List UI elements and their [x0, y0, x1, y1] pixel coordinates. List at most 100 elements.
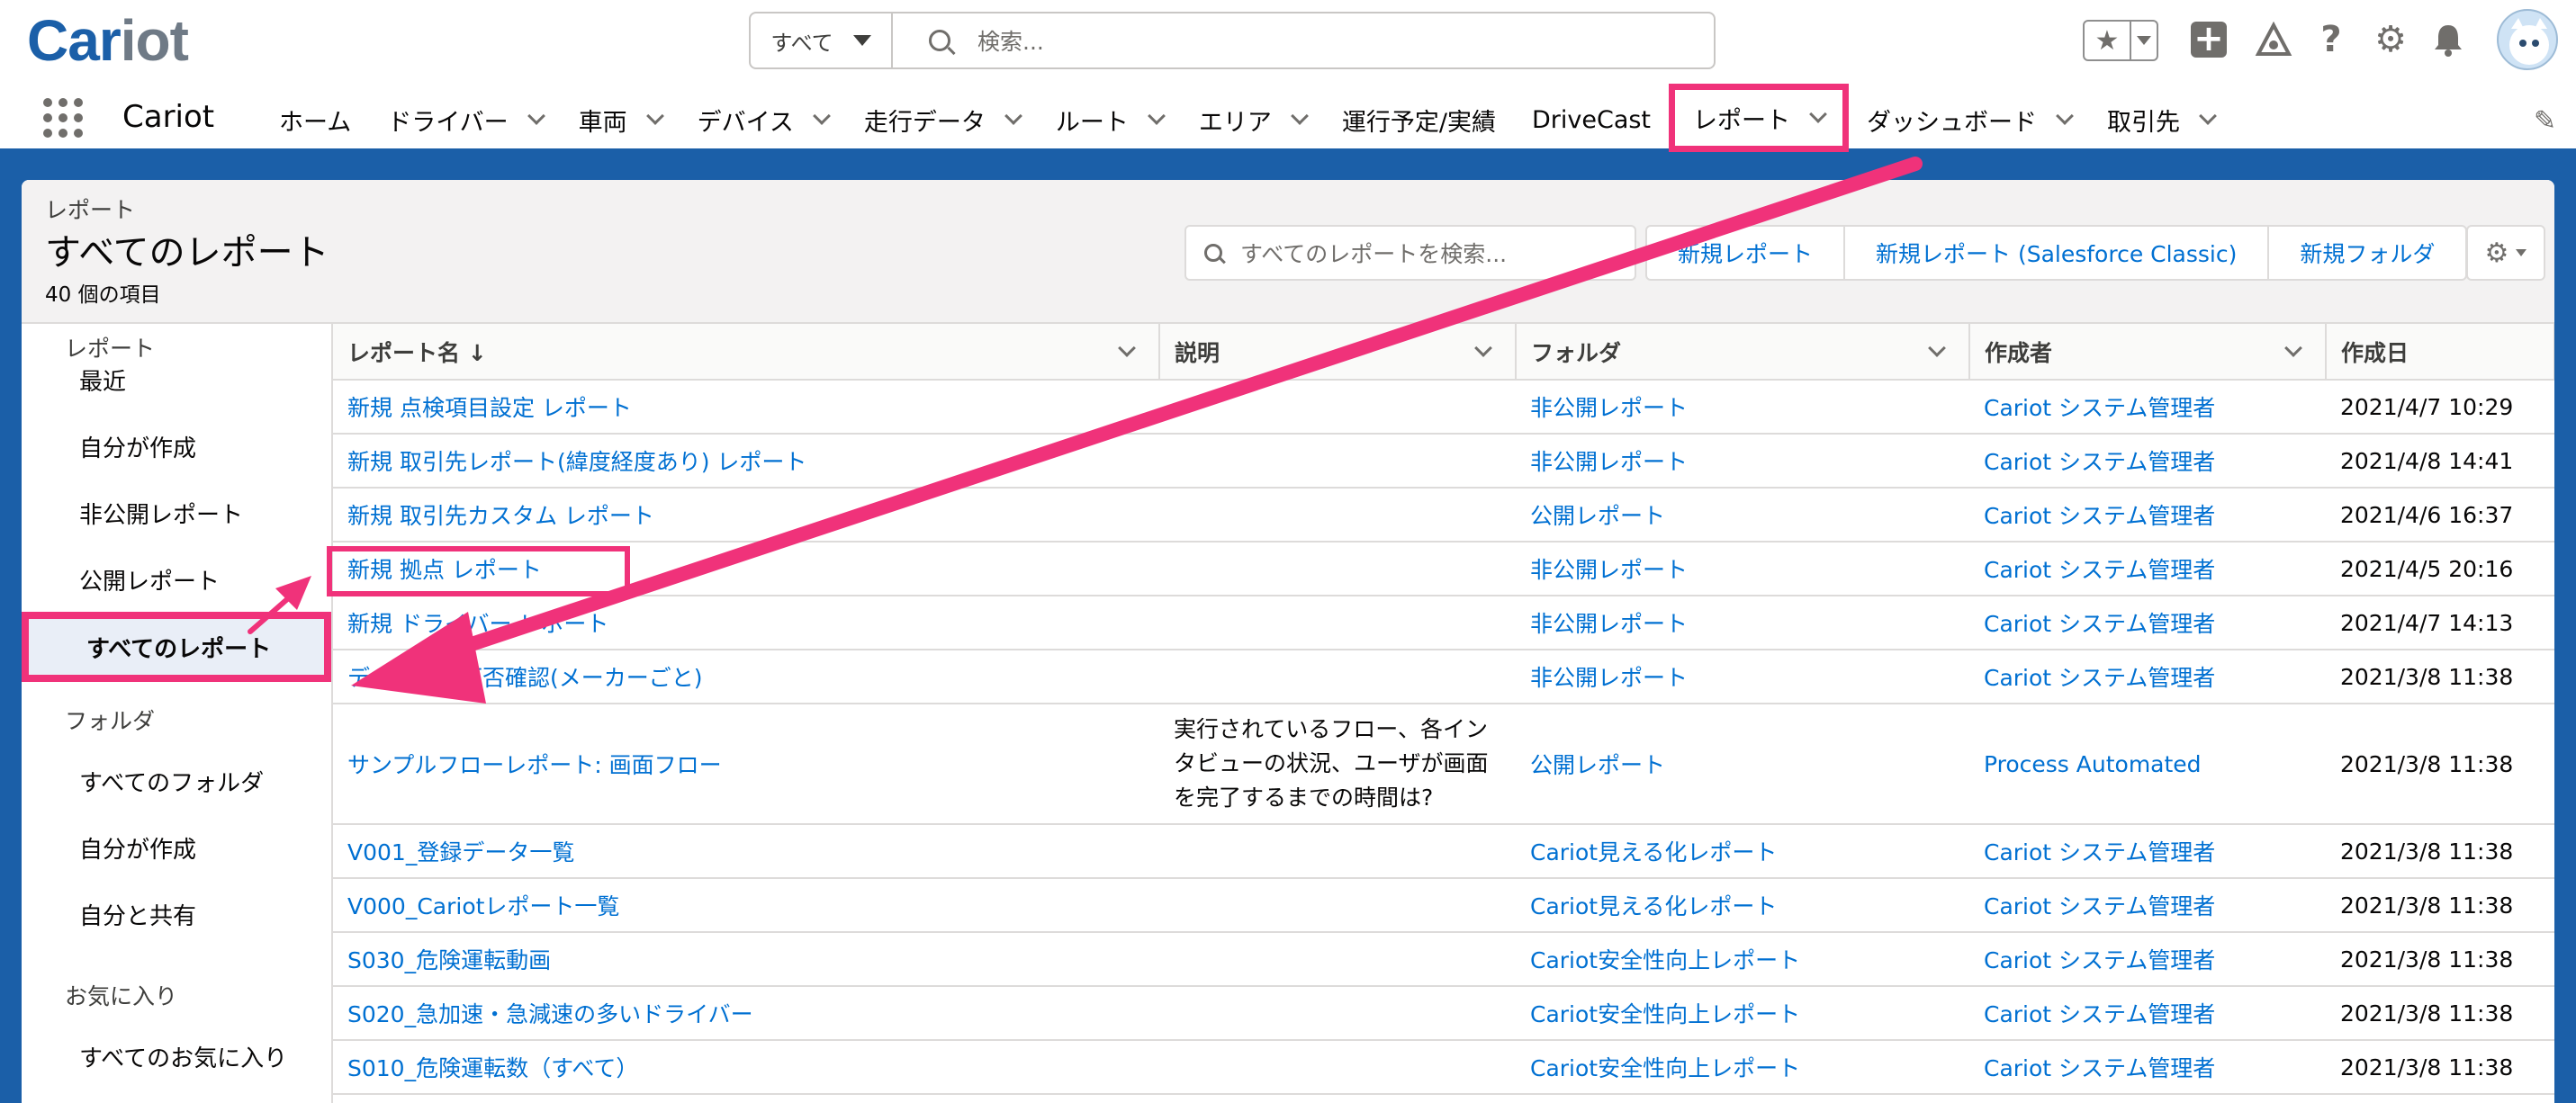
new-report-classic-button[interactable]: 新規レポート (Salesforce Classic)	[1845, 227, 2270, 279]
favorites-button-group[interactable]: ★	[2083, 20, 2158, 61]
chevron-down-icon[interactable]	[1809, 105, 1827, 123]
chevron-down-icon[interactable]	[527, 107, 545, 125]
report-name-link[interactable]: 新規 点検項目設定 レポート	[333, 380, 1159, 435]
global-actions-button[interactable]: +	[2189, 20, 2229, 59]
report-folder-link[interactable]: 非公開レポート	[1516, 380, 1969, 435]
sidebar-item-recent[interactable]: 最近	[79, 363, 126, 397]
report-description	[1159, 380, 1516, 435]
report-owner-link[interactable]: Cariot システム管理者	[1969, 986, 2326, 1041]
table-row: S010_危険運転数（すべて） Cariot安全性向上レポート Cariot システ…	[333, 1040, 2554, 1095]
report-folder-link[interactable]: Cariot安全性向上レポート	[1516, 986, 1969, 1041]
sidebar-item-created-by-me[interactable]: 自分が作成	[79, 430, 196, 463]
search-input[interactable]: 検索...	[977, 24, 1044, 57]
chevron-down-icon[interactable]	[2284, 339, 2302, 357]
nav-item-2[interactable]: 車両	[561, 85, 680, 154]
report-owner-link[interactable]: Cariot システム管理者	[1969, 434, 2326, 489]
chevron-down-icon[interactable]	[1474, 339, 1492, 357]
report-name-link[interactable]: V000_Cariotレポート一覧	[333, 878, 1159, 933]
trailhead-button[interactable]	[2254, 20, 2293, 59]
new-folder-button[interactable]: 新規フォルダ	[2269, 227, 2465, 279]
report-folder-link[interactable]: 非公開レポート	[1516, 596, 1969, 650]
report-owner-link[interactable]: Cariot システム管理者	[1969, 542, 2326, 596]
report-folder-link[interactable]: 非公開レポート	[1516, 650, 1969, 704]
report-name-link[interactable]: データ取得可否確認(メーカーごと)	[333, 650, 1159, 704]
sidebar-item-public-reports[interactable]: 公開レポート	[79, 563, 220, 596]
list-settings-button[interactable]: ⚙	[2466, 225, 2545, 281]
new-report-button[interactable]: 新規レポート	[1647, 227, 1846, 279]
report-description	[1159, 986, 1516, 1041]
report-name-link[interactable]: S030_危険運転動画	[333, 932, 1159, 987]
chevron-down-icon[interactable]	[1118, 339, 1136, 357]
notifications-button[interactable]	[2428, 20, 2468, 59]
report-folder-link[interactable]: 公開レポート	[1516, 704, 1969, 825]
report-folder-link[interactable]: Cariot安全性向上レポート	[1516, 932, 1969, 987]
sidebar-item-private-reports[interactable]: 非公開レポート	[79, 497, 243, 530]
nav-item-3[interactable]: デバイス	[680, 85, 846, 154]
report-owner-link[interactable]: Cariot システム管理者	[1969, 1040, 2326, 1095]
nav-item-6[interactable]: エリア	[1181, 85, 1324, 154]
report-owner-link[interactable]: Cariot システム管理者	[1969, 650, 2326, 704]
app-launcher-icon[interactable]	[43, 98, 83, 138]
report-owner-link[interactable]: Cariot システム管理者	[1969, 932, 2326, 987]
report-folder-link[interactable]: 非公開レポート	[1516, 542, 1969, 596]
chevron-down-icon[interactable]	[812, 107, 831, 125]
report-owner-link[interactable]: Cariot システム管理者	[1969, 878, 2326, 933]
report-owner-link[interactable]: Cariot システム管理者	[1969, 596, 2326, 650]
report-folder-link[interactable]: Cariot見える化レポート	[1516, 824, 1969, 879]
column-header-description[interactable]: 説明	[1159, 324, 1517, 381]
favorites-dropdown[interactable]	[2131, 22, 2157, 59]
edit-nav-pencil-icon[interactable]: ✎	[2534, 105, 2556, 137]
chevron-down-icon[interactable]	[1147, 107, 1166, 125]
report-name-link[interactable]: V001_登録データ一覧	[333, 824, 1159, 879]
table-row: 新規 拠点 レポート 非公開レポート Cariot システム管理者 2021/4/5 …	[333, 542, 2554, 596]
column-header-created-by[interactable]: 作成者	[1969, 324, 2327, 381]
chevron-down-icon[interactable]	[2199, 107, 2217, 125]
report-folder-link[interactable]: 非公開レポート	[1516, 434, 1969, 489]
report-name-link[interactable]: サンプルフローレポート: 画面フロー	[333, 704, 1159, 825]
column-header-folder[interactable]: フォルダ	[1516, 324, 1970, 381]
header-button-group: 新規レポート 新規レポート (Salesforce Classic) 新規フォル…	[1645, 225, 2468, 281]
report-folder-link[interactable]: 公開レポート	[1516, 488, 1969, 543]
report-owner-link[interactable]: Cariot システム管理者	[1969, 488, 2326, 543]
chevron-down-icon[interactable]	[1290, 107, 1309, 125]
nav-item-5[interactable]: ルート	[1038, 85, 1181, 154]
nav-item-8[interactable]: DriveCast	[1514, 85, 1669, 154]
global-search[interactable]: すべて 検索...	[749, 12, 1716, 69]
search-scope-select[interactable]: すべて	[751, 13, 893, 67]
help-button[interactable]: ?	[2311, 19, 2351, 60]
star-icon[interactable]: ★	[2085, 22, 2131, 59]
nav-item-0[interactable]: ホーム	[261, 85, 369, 154]
sidebar-item-all-favorites[interactable]: すべてのお気に入り	[79, 1040, 287, 1073]
chevron-down-icon[interactable]	[645, 107, 664, 125]
report-name-link[interactable]: 新規 取引先カスタム レポート	[333, 488, 1159, 543]
report-name-link[interactable]: 新規 ドライバー レポート	[333, 596, 1159, 650]
report-owner-link[interactable]: Process Automated	[1969, 704, 2326, 825]
sidebar-item-folders-created-by-me[interactable]: 自分が作成	[79, 831, 196, 865]
report-owner-link[interactable]: Cariot システム管理者	[1969, 824, 2326, 879]
sidebar-item-all-reports[interactable]: すべてのレポート	[22, 612, 331, 682]
chevron-down-icon[interactable]	[2056, 107, 2074, 125]
report-name-link[interactable]: S010_危険運転数（すべて）	[333, 1040, 1159, 1095]
report-name-link[interactable]: S020_急加速・急減速の多いドライバー	[333, 986, 1159, 1041]
sidebar-item-shared-with-me[interactable]: 自分と共有	[79, 898, 196, 931]
column-header-created-date[interactable]: 作成日	[2326, 324, 2554, 381]
nav-item-11[interactable]: 取引先	[2089, 85, 2232, 154]
chevron-down-icon[interactable]	[1004, 107, 1022, 125]
report-name-link[interactable]: 新規 取引先レポート(緯度経度あり) レポート	[333, 434, 1159, 489]
nav-item-1[interactable]: ドライバー	[369, 85, 560, 154]
report-search-input[interactable]: すべてのレポートを検索...	[1184, 225, 1636, 281]
setup-button[interactable]: ⚙	[2371, 19, 2410, 60]
sidebar-item-all-folders[interactable]: すべてのフォルダ	[79, 765, 264, 798]
chevron-down-icon[interactable]	[1928, 339, 1946, 357]
report-folder-link[interactable]: Cariot見える化レポート	[1516, 878, 1969, 933]
nav-item-7[interactable]: 運行予定/実績	[1324, 85, 1514, 154]
report-folder-link[interactable]: Cariot安全性向上レポート	[1516, 1040, 1969, 1095]
avatar[interactable]	[2497, 9, 2558, 70]
column-header-label: 説明	[1175, 339, 1220, 366]
column-header-report-name[interactable]: レポート名 ↓	[333, 324, 1160, 381]
report-owner-link[interactable]: Cariot システム管理者	[1969, 380, 2326, 435]
cariot-logo[interactable]: Cariot	[27, 7, 189, 74]
nav-item-10[interactable]: ダッシュボード	[1849, 85, 2089, 154]
nav-item-9[interactable]: レポート	[1669, 84, 1850, 152]
nav-item-4[interactable]: 走行データ	[846, 85, 1038, 154]
